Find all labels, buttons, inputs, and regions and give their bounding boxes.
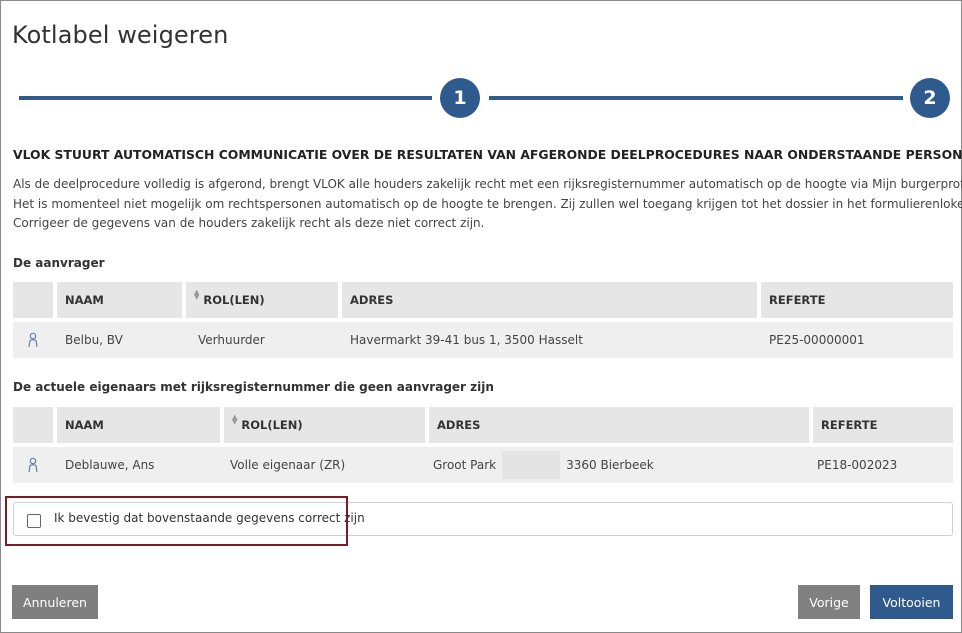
applicant-role: Verhuurder [198,333,265,347]
person-icon[interactable] [13,457,53,473]
owner-name: Deblauwe, Ans [65,458,155,472]
intro-text: Als de deelprocedure volledig is afgeron… [13,175,962,234]
address-column-header[interactable]: ADRES [342,282,757,318]
intro-line-1: Als de deelprocedure volledig is afgeron… [13,177,962,191]
icon-column-header [13,282,53,318]
intro-line-2: Het is momenteel niet mogelijk om rechts… [13,196,962,211]
step-line-1 [19,96,432,100]
address-column-header[interactable]: ADRES [429,407,809,443]
owner-role: Volle eigenaar (ZR) [230,458,346,472]
step-1: 1 [440,78,480,118]
sort-icon: ▲ ▼ [194,288,200,301]
owner-address: Groot Park 3360 Bierbeek [429,451,809,479]
finish-button[interactable]: Voltooien [870,585,953,619]
step-line-2 [489,96,903,100]
applicant-table: NAAM ▲ ▼ ROL(LEN) ADRES REFERTE Belbu, BV… [13,282,953,358]
role-column-label: ROL(LEN) [241,418,303,432]
role-column-label: ROL(LEN) [203,293,265,307]
refuse-label-dialog: Kotlabel weigeren 1 2 VLOK STUURT AUTOMA… [0,0,962,633]
previous-button[interactable]: Vorige [798,585,860,619]
table-row[interactable]: Belbu, BV Verhuurder Havermarkt 39-41 bu… [13,322,953,358]
step-2: 2 [910,78,950,118]
redacted-block [502,451,561,479]
icon-column-header [13,407,53,443]
person-icon[interactable] [13,332,53,348]
table-header: NAAM ▲ ▼ ROL(LEN) ADRES REFERTE [13,407,953,443]
owners-table: NAAM ▲ ▼ ROL(LEN) ADRES REFERTE Deblauwe,… [13,407,953,483]
owner-address-city: 3360 Bierbeek [566,458,654,472]
reference-column-header[interactable]: REFERTE [813,407,953,443]
communication-heading: VLOK STUURT AUTOMATISCH COMMUNICATIE OVE… [13,147,962,162]
role-column-header[interactable]: ▲ ▼ ROL(LEN) [224,407,425,443]
applicant-reference: PE25-00000001 [769,333,865,347]
reference-column-header[interactable]: REFERTE [761,282,953,318]
applicant-address: Havermarkt 39-41 bus 1, 3500 Hasselt [350,333,583,347]
owners-label: De actuele eigenaars met rijksregisternu… [13,380,494,394]
applicant-label: De aanvrager [13,256,105,270]
applicant-name: Belbu, BV [65,333,123,347]
table-header: NAAM ▲ ▼ ROL(LEN) ADRES REFERTE [13,282,953,318]
owner-address-street: Groot Park [433,458,497,472]
name-column-header[interactable]: NAAM [57,282,182,318]
role-column-header[interactable]: ▲ ▼ ROL(LEN) [186,282,338,318]
name-column-header[interactable]: NAAM [57,407,220,443]
cancel-button[interactable]: Annuleren [12,585,98,619]
owner-reference: PE18-002023 [817,458,898,472]
sort-icon: ▲ ▼ [232,413,238,426]
table-row[interactable]: Deblauwe, Ans Volle eigenaar (ZR) Groot … [13,447,953,483]
intro-line-3: Corrigeer de gegevens van de houders zak… [13,216,485,230]
highlight-frame [5,496,348,546]
dialog-title: Kotlabel weigeren [12,21,229,49]
